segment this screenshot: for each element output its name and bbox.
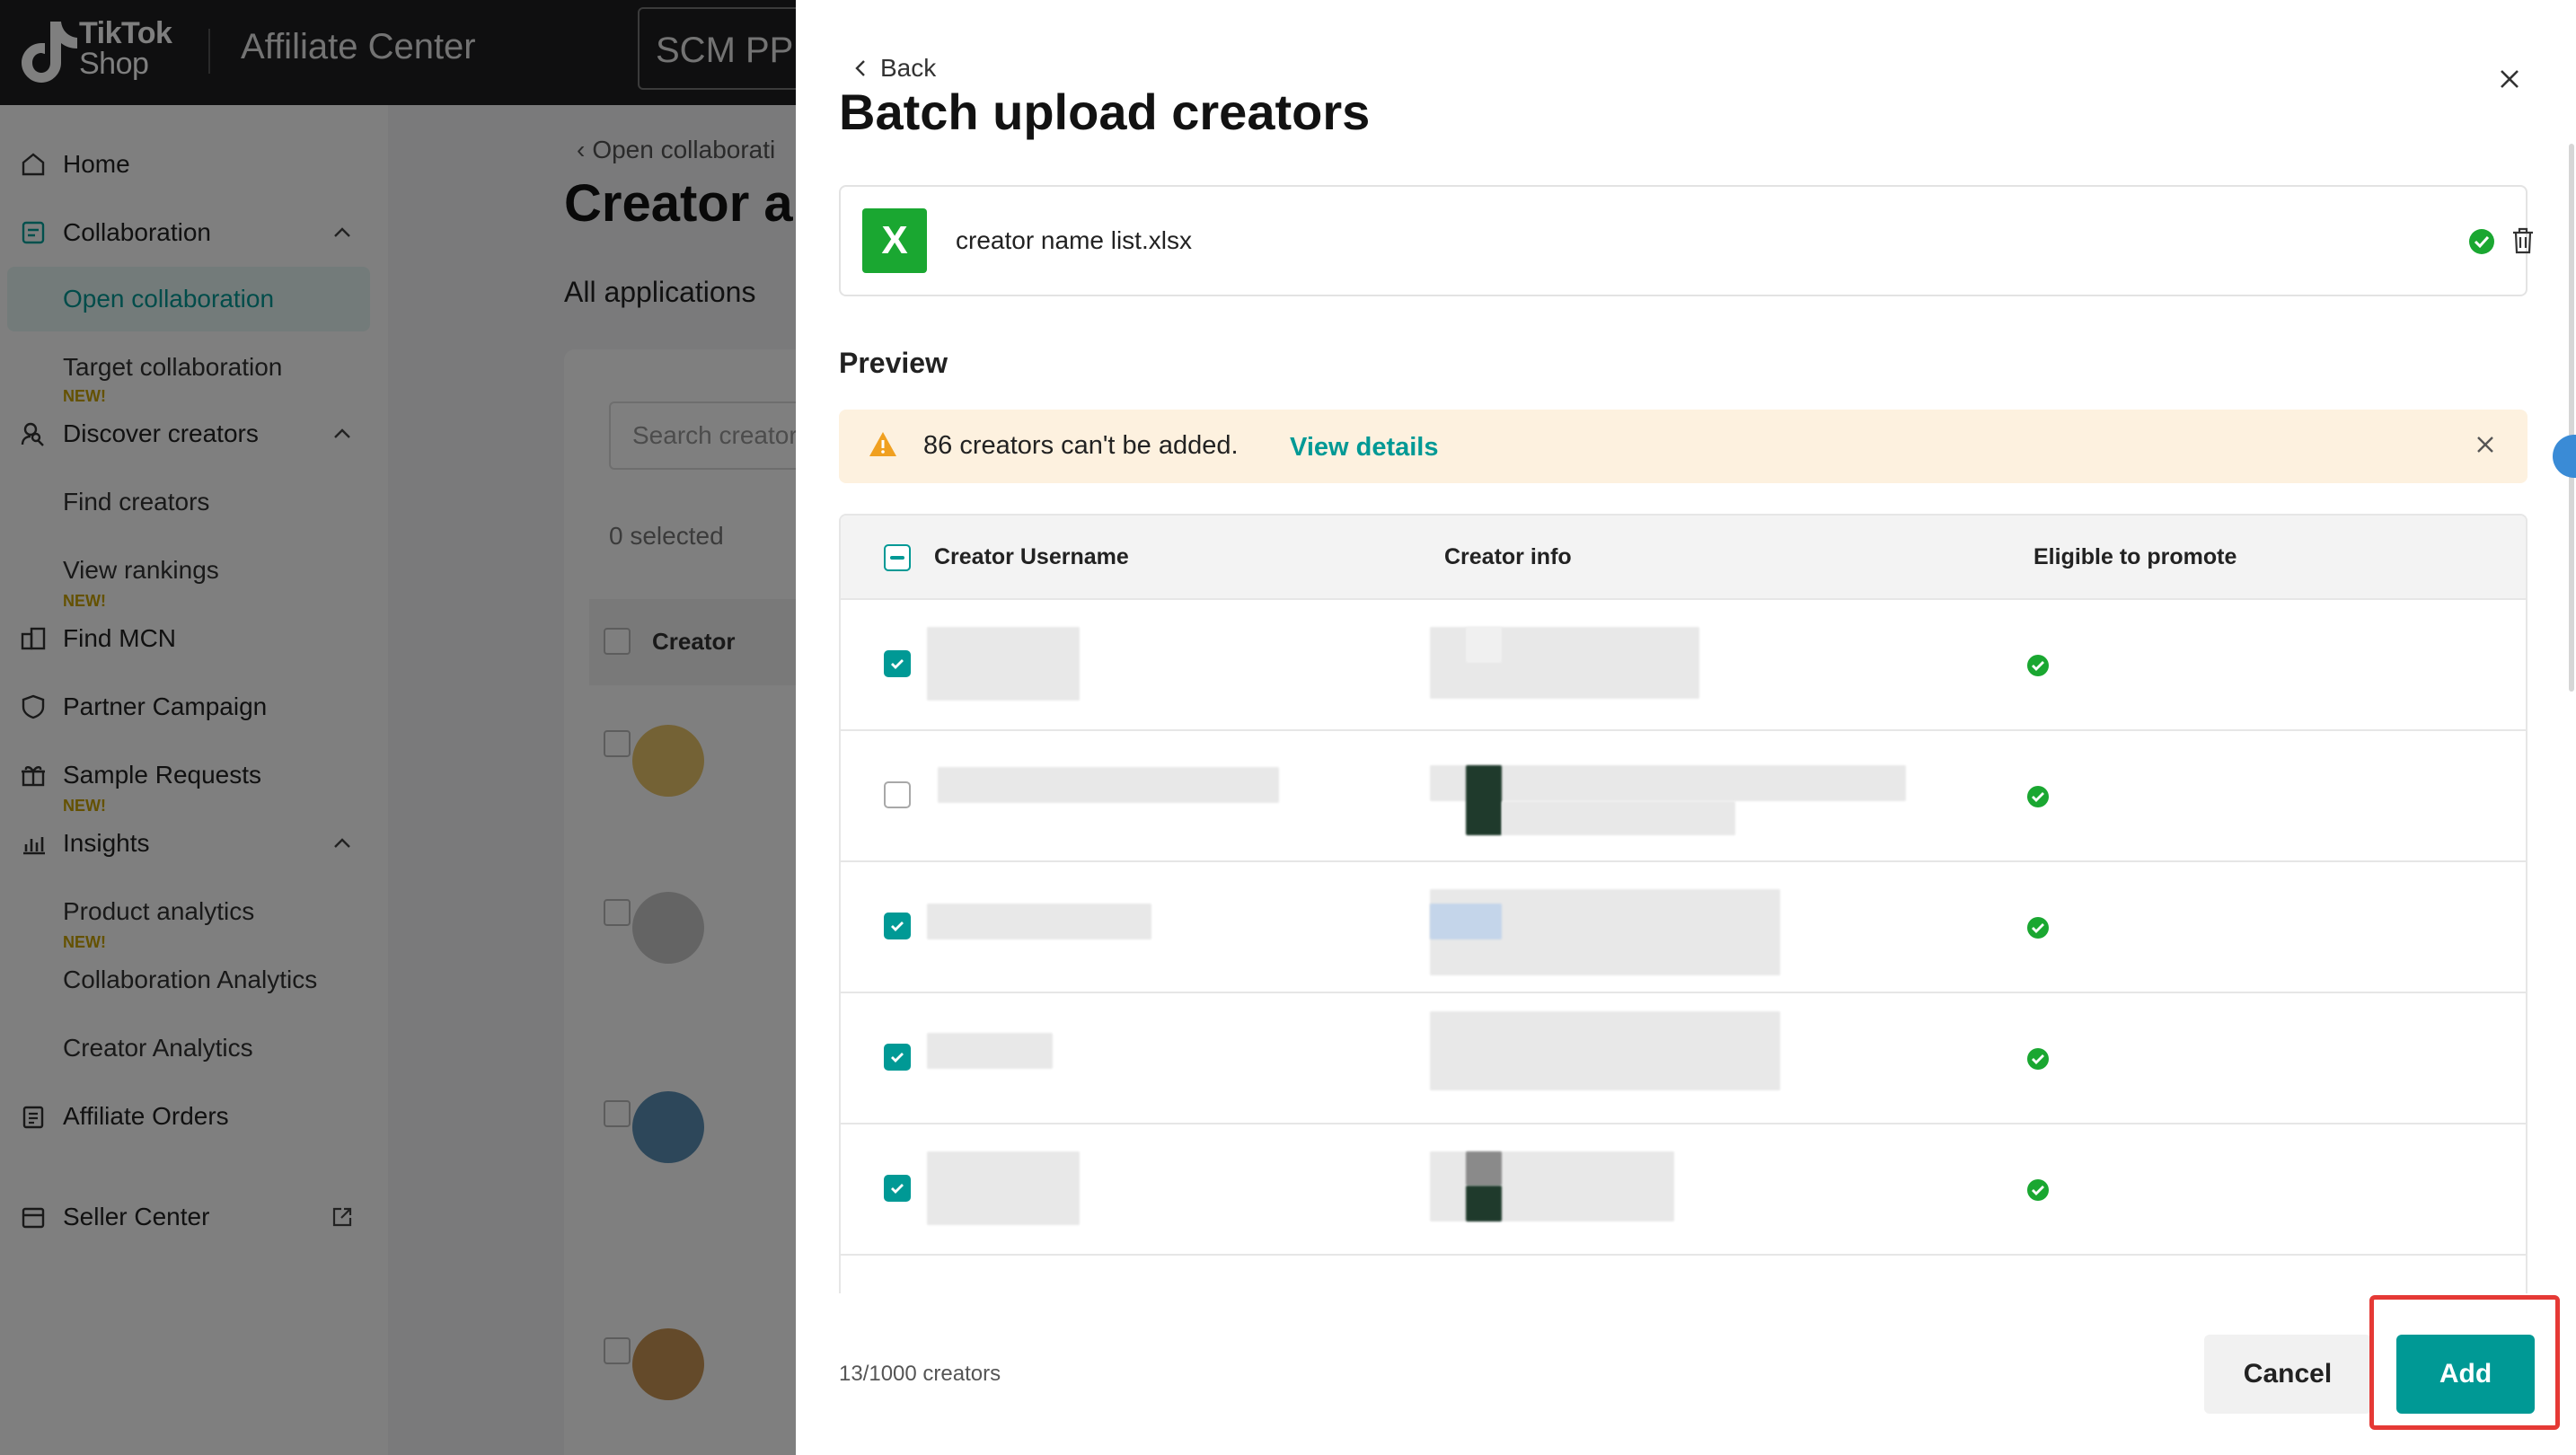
trash-icon[interactable]: [2510, 226, 2536, 255]
excel-file-icon: X: [862, 208, 927, 273]
uploaded-file-card: X creator name list.xlsx: [839, 185, 2533, 296]
column-creator-info: Creator info: [1444, 544, 1572, 569]
blurred-avatar: [1466, 1151, 1502, 1186]
check-circle-icon: [2027, 917, 2049, 939]
scrollbar[interactable]: [2569, 144, 2574, 692]
row-checkbox[interactable]: [884, 1175, 911, 1202]
view-details-link[interactable]: View details: [1290, 433, 1439, 463]
alert-message: 86 creators can't be added.: [923, 431, 1239, 460]
column-creator-username: Creator Username: [934, 544, 1129, 569]
row-checkbox[interactable]: [884, 650, 911, 677]
table-row: [841, 731, 2526, 862]
check-circle-icon: [2027, 1048, 2049, 1070]
check-circle-icon: [2027, 655, 2049, 676]
cancel-button[interactable]: Cancel: [2204, 1335, 2371, 1414]
batch-upload-drawer: Back Batch upload creators X creator nam…: [796, 0, 2576, 1455]
creator-count: 13/1000 creators: [839, 1362, 1001, 1386]
table-header: Creator Username Creator info Eligible t…: [841, 516, 2526, 600]
check-circle-icon: [2469, 229, 2494, 254]
back-button[interactable]: Back: [850, 54, 936, 83]
row-checkbox[interactable]: [884, 913, 911, 939]
row-checkbox[interactable]: [884, 781, 911, 808]
blurred-creator-meta: [1502, 801, 1735, 835]
blurred-username: [927, 627, 1080, 701]
select-all-checkbox[interactable]: [884, 544, 911, 571]
drawer-title: Batch upload creators: [839, 84, 1371, 140]
table-row: [841, 862, 2526, 993]
blurred-avatar: [1466, 1186, 1502, 1221]
table-row: [841, 1124, 2526, 1256]
blurred-avatar: [1466, 765, 1502, 835]
blurred-avatar: [1466, 627, 1502, 663]
check-circle-icon: [2027, 1179, 2049, 1201]
chevron-left-icon: [855, 60, 865, 76]
file-name: creator name list.xlsx: [956, 226, 1192, 254]
warning-icon: [869, 432, 896, 456]
floating-widget[interactable]: [2553, 435, 2576, 478]
row-checkbox[interactable]: [884, 1044, 911, 1071]
table-row: [841, 993, 2526, 1124]
check-circle-icon: [2027, 786, 2049, 807]
preview-label: Preview: [839, 347, 948, 379]
blurred-creator-info: [1430, 1011, 1780, 1090]
creators-table: Creator Username Creator info Eligible t…: [839, 514, 2527, 1293]
column-eligible: Eligible to promote: [2033, 544, 2237, 569]
blurred-username: [938, 767, 1279, 803]
table-row: [841, 600, 2526, 731]
blurred-avatar: [1430, 904, 1502, 939]
add-button[interactable]: Add: [2396, 1335, 2535, 1414]
modal-overlay[interactable]: [0, 0, 796, 1455]
close-icon[interactable]: [2474, 433, 2497, 456]
close-icon[interactable]: [2495, 65, 2524, 93]
blurred-username: [927, 1033, 1053, 1069]
blurred-username: [927, 1151, 1080, 1225]
warning-alert: 86 creators can't be added. View details: [839, 410, 2527, 483]
blurred-username: [927, 904, 1151, 939]
